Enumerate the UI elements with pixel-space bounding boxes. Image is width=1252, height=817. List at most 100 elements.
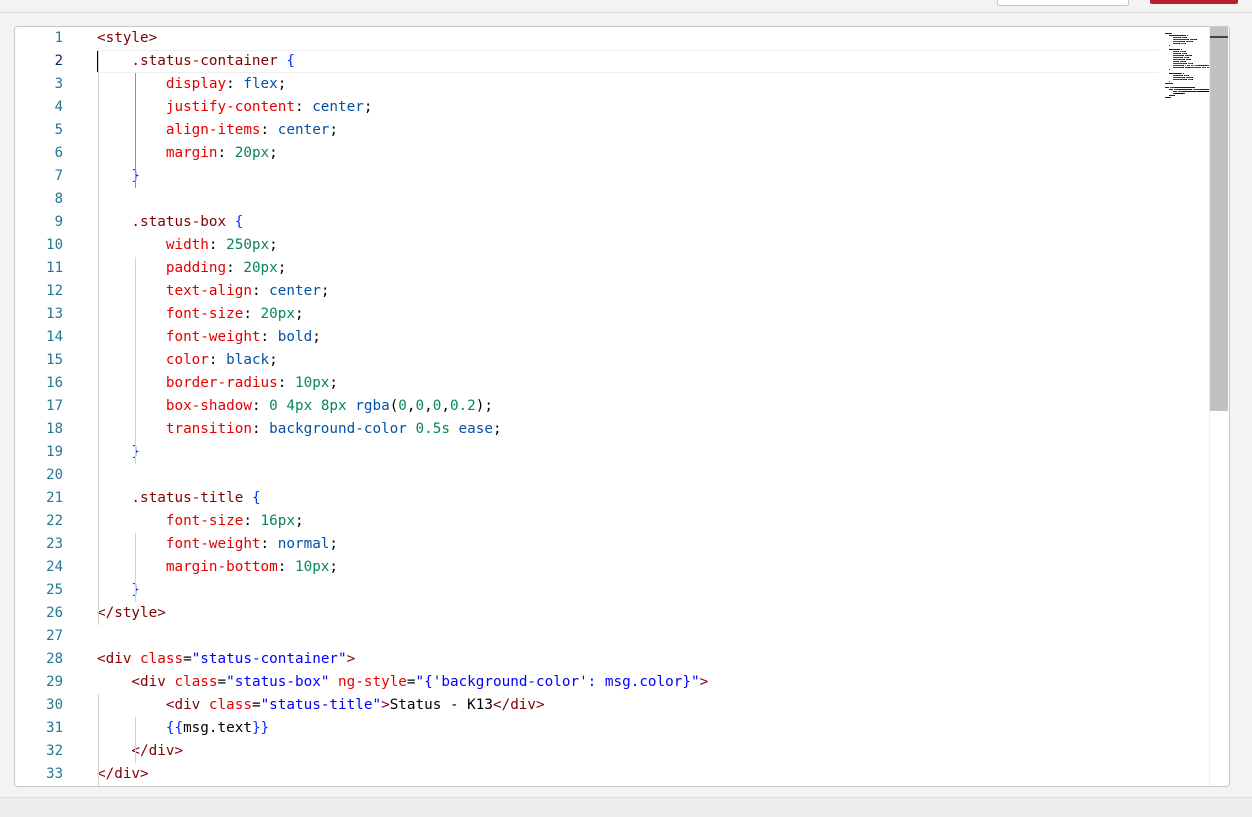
code-line[interactable]: </div> <box>97 740 183 763</box>
minimap-line <box>1188 57 1189 58</box>
code-token: , <box>441 398 450 414</box>
code-token: = <box>406 674 416 690</box>
code-token: : <box>243 513 261 529</box>
code-token: : <box>208 237 227 253</box>
line-number: 6 <box>54 145 63 161</box>
code-line[interactable]: <div class="status-box" ng-style="{'back… <box>97 671 708 694</box>
minimap-line <box>1173 57 1182 58</box>
code-line[interactable]: font-weight: normal; <box>97 533 338 556</box>
minimap-line <box>1165 33 1172 34</box>
code-line[interactable]: } <box>97 165 140 188</box>
code-line[interactable]: {{msg.text}} <box>97 717 269 740</box>
code-line[interactable]: margin-bottom: 10px; <box>97 556 338 579</box>
minimap-line <box>1183 73 1184 74</box>
minimap[interactable] <box>1165 27 1229 127</box>
code-line[interactable]: <div class="status-title">Status - K13</… <box>97 694 545 717</box>
line-number: 28 <box>46 651 63 667</box>
minimap-line <box>1178 51 1179 52</box>
code-token: </div> <box>97 766 149 782</box>
code-token: ; <box>294 513 304 529</box>
code-token: } <box>97 168 141 184</box>
code-token: : <box>251 398 270 414</box>
code-line[interactable]: <style> <box>97 27 157 50</box>
vertical-scrollbar-thumb[interactable] <box>1210 27 1228 411</box>
minimap-line <box>1191 65 1194 66</box>
minimap-line <box>1187 35 1188 36</box>
code-line[interactable]: font-weight: bold; <box>97 326 321 349</box>
code-token: : <box>294 99 313 115</box>
minimap-line <box>1184 59 1185 60</box>
indent-guide <box>134 257 136 464</box>
minimap-line <box>1188 75 1189 76</box>
line-number: 18 <box>46 421 63 437</box>
minimap-line <box>1184 77 1185 78</box>
code-token: ; <box>277 260 287 276</box>
code-line[interactable]: } <box>97 441 140 464</box>
code-text-area[interactable]: <style> .status-container { display: fle… <box>97 27 1207 786</box>
line-number: 10 <box>46 237 63 253</box>
minimap-line <box>1182 75 1183 76</box>
toolbar-action-button[interactable] <box>1150 0 1238 4</box>
code-line[interactable]: transition: background-color 0.5s ease; <box>97 418 502 441</box>
code-line[interactable]: display: flex; <box>97 73 287 96</box>
code-token: 0.5s <box>415 421 450 437</box>
minimap-line <box>1165 87 1169 88</box>
code-token: , <box>424 398 433 414</box>
code-token: > <box>346 651 356 667</box>
code-token: 10px <box>294 375 330 391</box>
minimap-line <box>1183 93 1185 94</box>
indent-guide <box>98 694 99 786</box>
code-token: ; <box>294 306 304 322</box>
code-editor[interactable]: 1 2 3 4 5 6 7 8 9 10 11 12 13 14 15 16 17 18 19 20 21 22 23 24 2… <box>14 26 1230 787</box>
minimap-line <box>1173 63 1186 64</box>
code-line[interactable]: </style> <box>97 602 166 625</box>
code-token: ; <box>329 122 339 138</box>
code-line[interactable]: text-align: center; <box>97 280 330 303</box>
code-line[interactable]: align-items: center; <box>97 119 338 142</box>
code-line[interactable]: .status-title { <box>97 487 260 510</box>
line-number: 17 <box>46 398 63 414</box>
minimap-line <box>1169 73 1182 74</box>
code-line[interactable]: padding: 20px; <box>97 257 287 280</box>
code-token: : <box>251 283 270 299</box>
code-line[interactable]: margin: 20px; <box>97 142 278 165</box>
minimap-line <box>1183 67 1184 68</box>
code-token: "status-box" <box>226 674 330 690</box>
code-token: "status-title" <box>260 697 382 713</box>
code-line[interactable]: width: 250px; <box>97 234 278 257</box>
minimap-line <box>1185 43 1186 44</box>
line-number: 12 <box>46 283 63 299</box>
code-line[interactable]: border-radius: 10px; <box>97 372 338 395</box>
code-line[interactable]: color: black; <box>97 349 278 372</box>
code-token: } <box>97 444 141 460</box>
code-line[interactable]: <div class="status-container"> <box>97 648 355 671</box>
code-line[interactable]: } <box>97 579 140 602</box>
line-number: 7 <box>54 168 63 184</box>
code-line[interactable]: box-shadow: 0 4px 8px rgba(0,0,0,0.2); <box>97 395 493 418</box>
code-token: ( <box>389 398 399 414</box>
minimap-line <box>1186 63 1187 64</box>
minimap-line <box>1184 41 1185 42</box>
code-token: Status - K13 <box>389 697 493 713</box>
code-line[interactable]: </div> <box>97 763 149 786</box>
minimap-line <box>1193 89 1201 90</box>
line-number: 19 <box>46 444 63 460</box>
toolbar-input[interactable] <box>997 0 1129 6</box>
top-toolbar <box>0 0 1252 13</box>
minimap-line <box>1183 55 1184 56</box>
code-token: : <box>217 145 235 161</box>
code-line[interactable]: .status-container { <box>97 50 295 73</box>
code-token: 250px <box>226 237 270 253</box>
bottom-status-bar <box>0 797 1252 817</box>
code-line[interactable]: justify-content: center; <box>97 96 373 119</box>
minimap-line <box>1173 59 1184 60</box>
code-line[interactable]: font-size: 16px; <box>97 510 304 533</box>
code-token: } <box>97 582 141 598</box>
code-line[interactable]: .status-box { <box>97 211 243 234</box>
code-token: margin-bottom <box>97 559 278 575</box>
code-line[interactable]: font-size: 20px; <box>97 303 304 326</box>
code-token: bold <box>277 329 313 345</box>
code-token: class <box>174 674 218 690</box>
code-token: ; <box>312 329 321 345</box>
